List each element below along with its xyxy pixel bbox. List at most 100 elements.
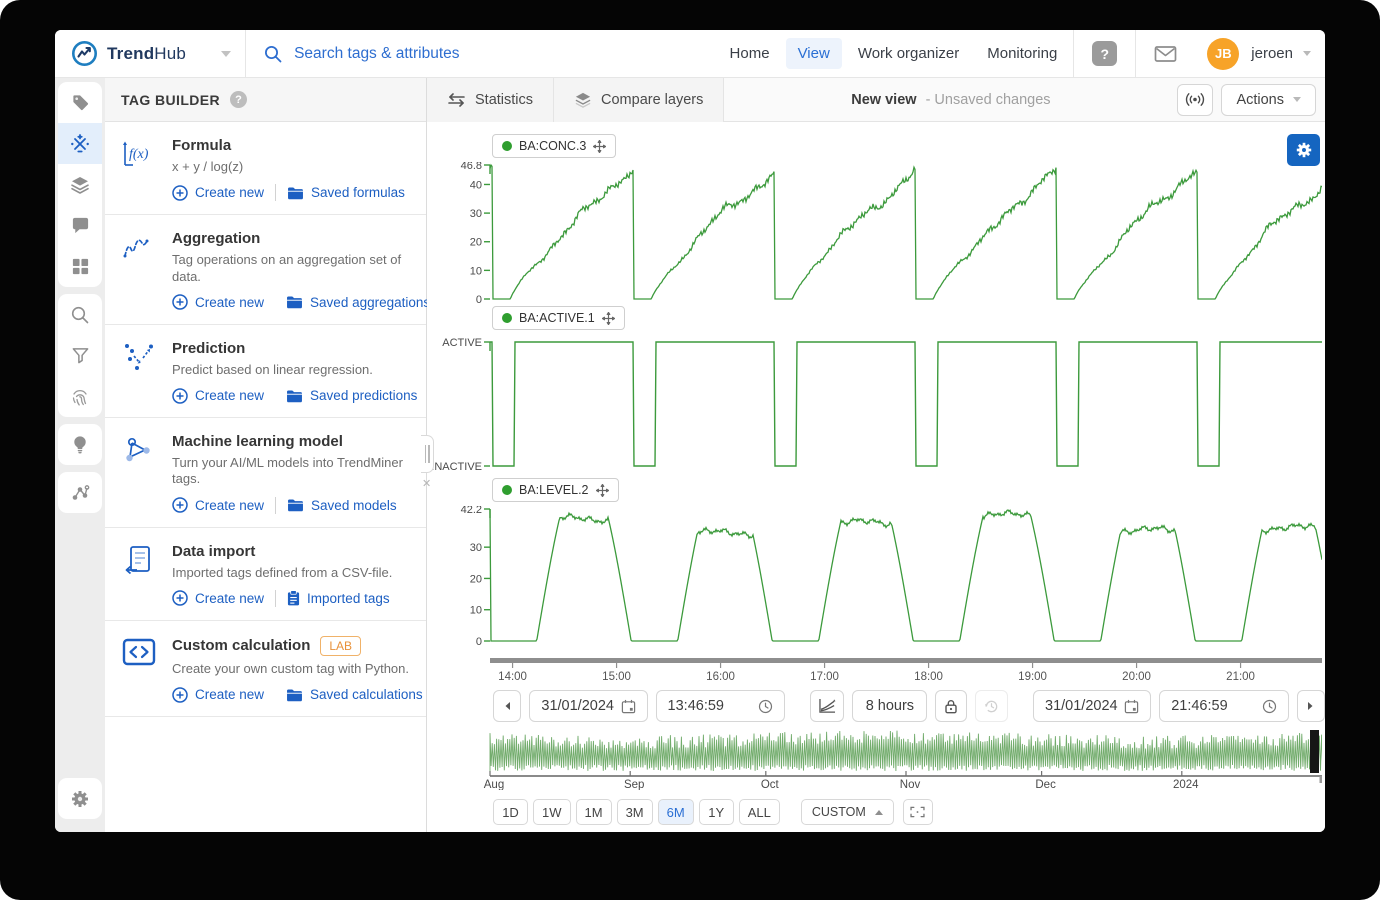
saved-aggregations-link[interactable]: Saved aggregations xyxy=(286,295,430,310)
saved-models-link[interactable]: Saved models xyxy=(287,498,397,513)
saved-predictions-link[interactable]: Saved predictions xyxy=(286,388,417,403)
lock-duration-button[interactable] xyxy=(935,690,967,722)
svg-text:Aug: Aug xyxy=(484,779,504,790)
section-description: Imported tags defined from a CSV-file. xyxy=(172,565,412,581)
nav-item-monitoring[interactable]: Monitoring xyxy=(975,38,1069,69)
layers-icon xyxy=(574,92,592,108)
svg-text:21:00: 21:00 xyxy=(1226,671,1255,683)
nav-item-home[interactable]: Home xyxy=(718,38,782,69)
overview-plot[interactable]: AugSepOctNovDec2024 xyxy=(427,730,1322,790)
duration-field[interactable]: 8 hours xyxy=(852,690,927,722)
svg-text:15:00: 15:00 xyxy=(602,671,631,683)
tag-chip-level[interactable]: BA:LEVEL.2 xyxy=(492,478,619,502)
comment-icon[interactable] xyxy=(58,205,102,246)
history-overview[interactable]: AugSepOctNovDec2024 xyxy=(427,730,1325,790)
zoom-1y-button[interactable]: 1Y xyxy=(699,799,734,825)
actions-button[interactable]: Actions xyxy=(1221,84,1316,116)
create-new-link[interactable]: Create new xyxy=(172,294,264,310)
move-icon[interactable] xyxy=(596,484,609,497)
broadcast-button[interactable] xyxy=(1177,84,1213,116)
create-new-link[interactable]: Create new xyxy=(172,388,264,404)
section-title: Formula xyxy=(172,137,231,154)
create-new-link[interactable]: Create new xyxy=(172,497,264,513)
move-icon[interactable] xyxy=(593,140,606,153)
svg-text:0: 0 xyxy=(476,294,482,304)
search-icon xyxy=(264,45,282,63)
zoom-all-button[interactable]: ALL xyxy=(739,799,780,825)
saved-calculations-link[interactable]: Saved calculations xyxy=(286,687,423,702)
screen-frame: TrendHub Home View Work organizer Monito… xyxy=(0,0,1380,900)
panel-help-icon[interactable]: ? xyxy=(230,91,247,108)
layers-icon[interactable] xyxy=(58,164,102,205)
tag-chip-active[interactable]: BA:ACTIVE.1 xyxy=(492,306,625,330)
section-data-import: Data import Imported tags defined from a… xyxy=(105,528,426,621)
level-plot[interactable]: 42.23020100 xyxy=(427,506,1322,646)
panel-title: TAG BUILDER xyxy=(121,92,220,108)
step-back-button[interactable] xyxy=(493,690,521,722)
custom-range-button[interactable]: CUSTOM xyxy=(801,799,894,825)
statistics-tab[interactable]: Statistics xyxy=(427,78,554,122)
create-new-link[interactable]: Create new xyxy=(172,687,264,703)
zoom-6m-button[interactable]: 6M xyxy=(658,799,694,825)
section-title: Prediction xyxy=(172,340,245,357)
chart-settings-gear-icon[interactable] xyxy=(1287,134,1320,166)
section-title: Custom calculation xyxy=(172,637,310,654)
chart-conc: BA:CONC.3 46.8403020100 xyxy=(427,134,1325,304)
svg-text:INACTIVE: INACTIVE xyxy=(431,461,482,473)
create-new-link[interactable]: Create new xyxy=(172,590,264,606)
folder-icon xyxy=(286,389,303,403)
plus-circle-icon xyxy=(172,388,188,404)
move-icon[interactable] xyxy=(602,312,615,325)
tag-icon[interactable] xyxy=(58,82,102,123)
mail-icon[interactable] xyxy=(1154,45,1177,63)
section-title: Machine learning model xyxy=(172,433,343,450)
svg-text:20: 20 xyxy=(470,573,482,585)
settings-gear-icon[interactable] xyxy=(58,778,102,819)
saved-formulas-link[interactable]: Saved formulas xyxy=(287,185,405,200)
rail-group-settings xyxy=(58,778,102,819)
start-time-field[interactable]: 13:46:59 xyxy=(656,690,785,722)
network-icon[interactable] xyxy=(58,472,102,513)
folder-icon xyxy=(287,498,304,512)
end-time-field[interactable]: 21:46:59 xyxy=(1159,690,1288,722)
create-new-link[interactable]: Create new xyxy=(172,185,264,201)
panel-resize-handle[interactable] xyxy=(421,435,434,473)
brand-dropdown-caret-icon[interactable] xyxy=(221,51,231,57)
tag-builder-icon[interactable] xyxy=(58,123,102,164)
end-date-field[interactable]: 31/01/2024 xyxy=(1033,690,1151,722)
brand-logo[interactable]: TrendHub xyxy=(55,40,245,67)
nav-item-work-organizer[interactable]: Work organizer xyxy=(846,38,971,69)
time-axis[interactable]: 14:0015:0016:0017:0018:0019:0020:0021:00 xyxy=(427,656,1322,684)
search-input[interactable] xyxy=(294,45,634,63)
active-plot[interactable]: ACTIVEINACTIVE xyxy=(427,334,1322,476)
fingerprint-icon[interactable] xyxy=(58,376,102,417)
svg-text:17:00: 17:00 xyxy=(810,671,839,683)
dashboard-icon[interactable] xyxy=(58,246,102,287)
help-icon[interactable]: ? xyxy=(1092,41,1117,66)
brand-name: TrendHub xyxy=(107,44,186,64)
tag-chip-conc[interactable]: BA:CONC.3 xyxy=(492,134,616,158)
conc-plot[interactable]: 46.8403020100 xyxy=(427,162,1322,304)
zoom-1m-button[interactable]: 1M xyxy=(576,799,612,825)
lightbulb-icon[interactable] xyxy=(58,424,102,465)
imported-tags-link[interactable]: Imported tags xyxy=(287,590,390,606)
panel-close-icon[interactable]: ✕ xyxy=(422,477,431,490)
divider xyxy=(1073,30,1074,78)
filter-icon[interactable] xyxy=(58,335,102,376)
user-avatar[interactable]: JB xyxy=(1207,38,1239,70)
history-button[interactable] xyxy=(975,690,1007,722)
start-date-field[interactable]: 31/01/2024 xyxy=(529,690,647,722)
compare-layers-tab[interactable]: Compare layers xyxy=(554,78,724,122)
zoom-3m-button[interactable]: 3M xyxy=(617,799,653,825)
zoom-1w-button[interactable]: 1W xyxy=(533,799,571,825)
user-menu-caret-icon[interactable] xyxy=(1303,51,1311,56)
nav-item-view[interactable]: View xyxy=(786,38,842,69)
step-forward-button[interactable] xyxy=(1297,690,1325,722)
zoom-1d-button[interactable]: 1D xyxy=(493,799,528,825)
search-tool-icon[interactable] xyxy=(58,294,102,335)
svg-text:16:00: 16:00 xyxy=(706,671,735,683)
ml-model-icon xyxy=(118,433,160,514)
trend-compare-button[interactable] xyxy=(810,690,844,722)
actions-caret-icon xyxy=(1293,97,1301,102)
fit-range-icon[interactable] xyxy=(903,799,933,825)
